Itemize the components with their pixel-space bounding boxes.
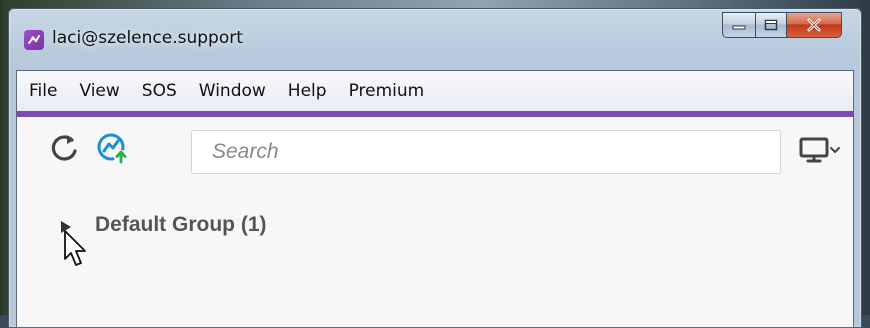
menu-premium[interactable]: Premium (338, 71, 436, 111)
app-window: laci@szelence.support File View SOS Wind… (8, 8, 862, 328)
menu-file[interactable]: File (17, 71, 68, 111)
minimize-icon (732, 25, 746, 30)
menu-help[interactable]: Help (277, 71, 338, 111)
refresh-icon (51, 135, 77, 161)
minimize-button[interactable] (722, 12, 756, 38)
chevron-down-icon (830, 147, 840, 154)
group-item[interactable]: Default Group (1) (17, 209, 853, 249)
monitor-dropdown-button[interactable] (799, 133, 845, 167)
group-label: Default Group (1) (95, 213, 267, 236)
close-icon (807, 18, 821, 32)
monitor-icon (799, 137, 829, 163)
title-bar[interactable]: laci@szelence.support (8, 8, 862, 70)
maximize-icon (764, 19, 778, 31)
search-input[interactable] (191, 130, 781, 174)
menu-sos[interactable]: SOS (131, 71, 188, 111)
menu-view[interactable]: View (68, 71, 130, 111)
refresh-button[interactable] (47, 131, 81, 165)
client-area: File View SOS Window Help Premium Search… (16, 70, 854, 328)
remote-connect-button[interactable] (95, 131, 131, 167)
mouse-cursor-icon (64, 230, 86, 266)
window-title: laci@szelence.support (52, 28, 243, 48)
app-logo-icon (24, 30, 44, 50)
maximize-button[interactable] (756, 12, 787, 38)
remote-connect-icon (97, 133, 128, 164)
close-button[interactable] (787, 12, 842, 38)
caption-buttons (722, 12, 842, 38)
menu-bar: File View SOS Window Help Premium (17, 71, 853, 112)
toolbar (17, 117, 853, 177)
menu-window[interactable]: Window (188, 71, 277, 111)
